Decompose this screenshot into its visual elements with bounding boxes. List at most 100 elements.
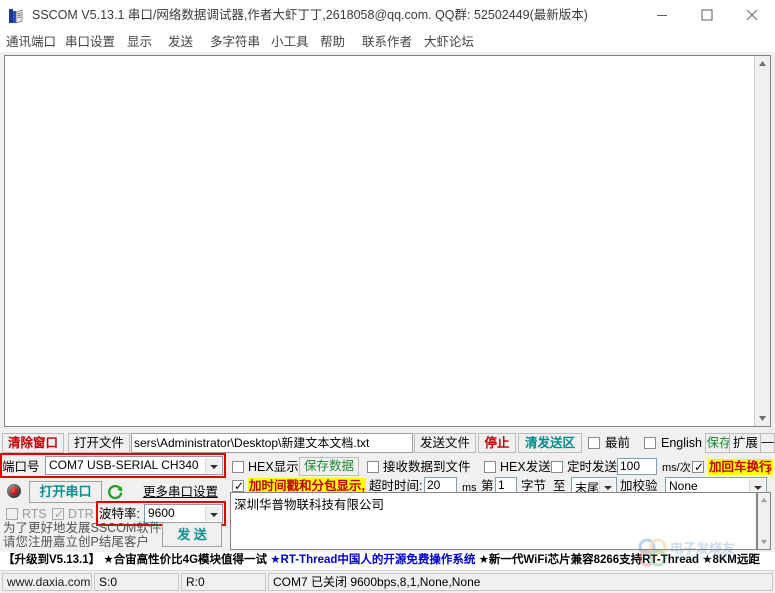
window-title: SSCOM V5.13.1 串口/网络数据调试器,作者大虾丁丁,2618058@… bbox=[32, 8, 588, 22]
app-icon bbox=[9, 8, 25, 24]
port-number-value: COM7 USB-SERIAL CH340 bbox=[49, 458, 199, 472]
ad-segment-8km[interactable]: ★8KM远距 bbox=[702, 554, 760, 566]
scroll-down-icon[interactable] bbox=[755, 411, 770, 426]
english-checkbox[interactable] bbox=[644, 437, 656, 449]
crlf-checkbox[interactable]: ✓ bbox=[692, 461, 704, 473]
extend-button[interactable]: 扩展 bbox=[729, 433, 762, 453]
menu-item-send[interactable]: 发送 bbox=[168, 34, 193, 50]
menu-item-display[interactable]: 显示 bbox=[127, 34, 152, 50]
open-file-label: 打开文件 bbox=[73, 436, 124, 450]
hex-send-checkbox[interactable] bbox=[484, 461, 496, 473]
port-number-label: 端口号 bbox=[2, 460, 40, 474]
ad-segment-upgrade[interactable]: 【升级到V5.13.1】 bbox=[3, 554, 100, 566]
advertisement-banner[interactable]: 【升级到V5.13.1】 ★合宙高性价比4G模块值得一试 ★RT-Thread中… bbox=[0, 552, 775, 570]
refresh-icon[interactable] bbox=[106, 483, 124, 501]
maximize-button[interactable] bbox=[684, 0, 729, 30]
minimize-button[interactable] bbox=[639, 0, 684, 30]
file-path-value: sers\Administrator\Desktop\新建文本文档.txt bbox=[134, 436, 370, 450]
stop-button[interactable]: 停止 bbox=[478, 433, 516, 453]
checksum-label: 加校验 bbox=[620, 479, 658, 493]
byte-from-value: 1 bbox=[498, 478, 505, 492]
ad-segment-rtthread[interactable]: ★RT-Thread中国人的开源免费操作系统 bbox=[270, 554, 475, 566]
menu-item-tools[interactable]: 小工具 bbox=[271, 34, 309, 50]
ms-per-time-label: ms/次 bbox=[662, 462, 691, 474]
menu-item-forum[interactable]: 大虾论坛 bbox=[424, 34, 474, 50]
status-connection-info: COM7 已关闭 9600bps,8,1,None,None bbox=[268, 573, 773, 591]
english-label: English bbox=[661, 436, 702, 450]
menu-item-multi-string[interactable]: 多字符串 bbox=[210, 34, 260, 50]
port-number-combo[interactable]: COM7 USB-SERIAL CH340 bbox=[45, 456, 223, 475]
close-button[interactable] bbox=[729, 0, 774, 30]
stop-label: 停止 bbox=[484, 436, 510, 450]
send-file-button[interactable]: 发送文件 bbox=[414, 433, 476, 453]
register-prompt-line2: 请您注册嘉立创P结尾客户 bbox=[3, 535, 149, 549]
status-website[interactable]: www.daxia.com bbox=[2, 573, 92, 591]
menu-bar: 通讯端口 串口设置 显示 发送 多字符串 小工具 帮助 联系作者 大虾论坛 bbox=[0, 31, 775, 52]
send-text: 深圳华普物联科技有限公司 bbox=[234, 498, 385, 512]
open-port-button[interactable]: 打开串口 bbox=[29, 481, 102, 503]
baud-rate-value: 9600 bbox=[148, 506, 175, 520]
ad-text-line: 【升级到V5.13.1】 ★合宙高性价比4G模块值得一试 ★RT-Thread中… bbox=[3, 553, 760, 568]
clear-send-area-button[interactable]: 清发送区 bbox=[518, 433, 582, 453]
hex-display-checkbox[interactable] bbox=[232, 461, 244, 473]
receive-scrollbar[interactable] bbox=[754, 56, 770, 426]
menu-item-help[interactable]: 帮助 bbox=[320, 34, 345, 50]
menu-item-comm-port[interactable]: 通讯端口 bbox=[6, 34, 56, 50]
checksum-value: None bbox=[669, 479, 698, 493]
menu-item-port-settings[interactable]: 串口设置 bbox=[65, 34, 115, 50]
file-path-input[interactable]: sers\Administrator\Desktop\新建文本文档.txt bbox=[131, 433, 413, 453]
collapse-label: — bbox=[761, 435, 774, 449]
clear-window-label: 清除窗口 bbox=[7, 436, 58, 450]
timestamp-checkbox[interactable]: ✓ bbox=[232, 480, 244, 492]
save-data-button[interactable]: 保存数据 bbox=[299, 457, 359, 476]
hex-display-label: HEX显示 bbox=[248, 460, 299, 474]
send-button[interactable]: 发 送 bbox=[162, 522, 222, 547]
chevron-down-icon[interactable] bbox=[205, 506, 221, 521]
status-received-count: R:0 bbox=[181, 573, 266, 591]
rts-checkbox[interactable] bbox=[6, 508, 18, 520]
timed-send-input[interactable]: 100 bbox=[617, 458, 657, 475]
collapse-button[interactable]: — bbox=[760, 433, 775, 453]
timed-send-label: 定时发送: bbox=[567, 460, 621, 474]
chevron-down-icon[interactable] bbox=[599, 479, 615, 493]
topmost-label: 最前 bbox=[605, 436, 631, 450]
dtr-label: DTR bbox=[68, 507, 94, 521]
topmost-checkbox[interactable] bbox=[588, 437, 600, 449]
chevron-down-icon[interactable] bbox=[205, 458, 221, 473]
status-bar: www.daxia.com S:0 R:0 COM7 已关闭 9600bps,8… bbox=[0, 570, 775, 593]
timestamp-check-icon: ✓ bbox=[234, 479, 245, 493]
sscom-window: SSCOM V5.13.1 串口/网络数据调试器,作者大虾丁丁,2618058@… bbox=[0, 0, 775, 593]
send-area-scrollbar[interactable] bbox=[757, 492, 771, 550]
timeout-value: 20 bbox=[427, 478, 441, 492]
send-data-area[interactable]: 深圳华普物联科技有限公司 bbox=[230, 492, 757, 550]
chevron-down-icon[interactable] bbox=[749, 479, 765, 493]
open-file-button[interactable]: 打开文件 bbox=[68, 433, 130, 453]
hex-send-label: HEX发送 bbox=[500, 460, 551, 474]
receive-data-area[interactable] bbox=[4, 55, 771, 427]
send-button-label: 发 送 bbox=[177, 527, 207, 542]
timed-send-value: 100 bbox=[620, 459, 641, 473]
scroll-up-icon[interactable] bbox=[755, 56, 770, 71]
recv-to-file-checkbox[interactable] bbox=[367, 461, 379, 473]
ad-segment-4g[interactable]: ★合宙高性价比4G模块值得一试 bbox=[103, 554, 267, 566]
port-status-led-icon bbox=[7, 484, 21, 498]
title-bar: SSCOM V5.13.1 串口/网络数据调试器,作者大虾丁丁,2618058@… bbox=[0, 0, 775, 31]
crlf-check-icon: ✓ bbox=[694, 460, 705, 474]
clear-send-area-label: 清发送区 bbox=[524, 436, 575, 450]
byte-to-label: 至 bbox=[553, 479, 566, 493]
send-file-label: 发送文件 bbox=[419, 436, 470, 450]
menu-item-contact-author[interactable]: 联系作者 bbox=[362, 34, 412, 50]
dtr-checkbox[interactable]: ✓ bbox=[52, 508, 64, 520]
register-prompt-line1: 为了更好地发展SSCOM软件 bbox=[3, 521, 162, 535]
byte-from-label: 第 bbox=[481, 479, 494, 493]
timeout-label: 超时时间: bbox=[369, 479, 423, 493]
clear-window-button[interactable]: 清除窗口 bbox=[2, 433, 64, 453]
timed-send-checkbox[interactable] bbox=[551, 461, 563, 473]
baud-rate-label: 波特率: bbox=[99, 507, 140, 521]
ad-segment-wifi[interactable]: ★新一代WiFi芯片兼容8266支持RT-Thread bbox=[479, 554, 699, 566]
byte-unit-label: 字节 bbox=[521, 479, 547, 493]
more-port-settings-link[interactable]: 更多串口设置 bbox=[143, 485, 218, 499]
dtr-check-icon: ✓ bbox=[54, 507, 65, 521]
recv-to-file-label: 接收数据到文件 bbox=[383, 460, 471, 474]
rts-label: RTS bbox=[22, 507, 47, 521]
